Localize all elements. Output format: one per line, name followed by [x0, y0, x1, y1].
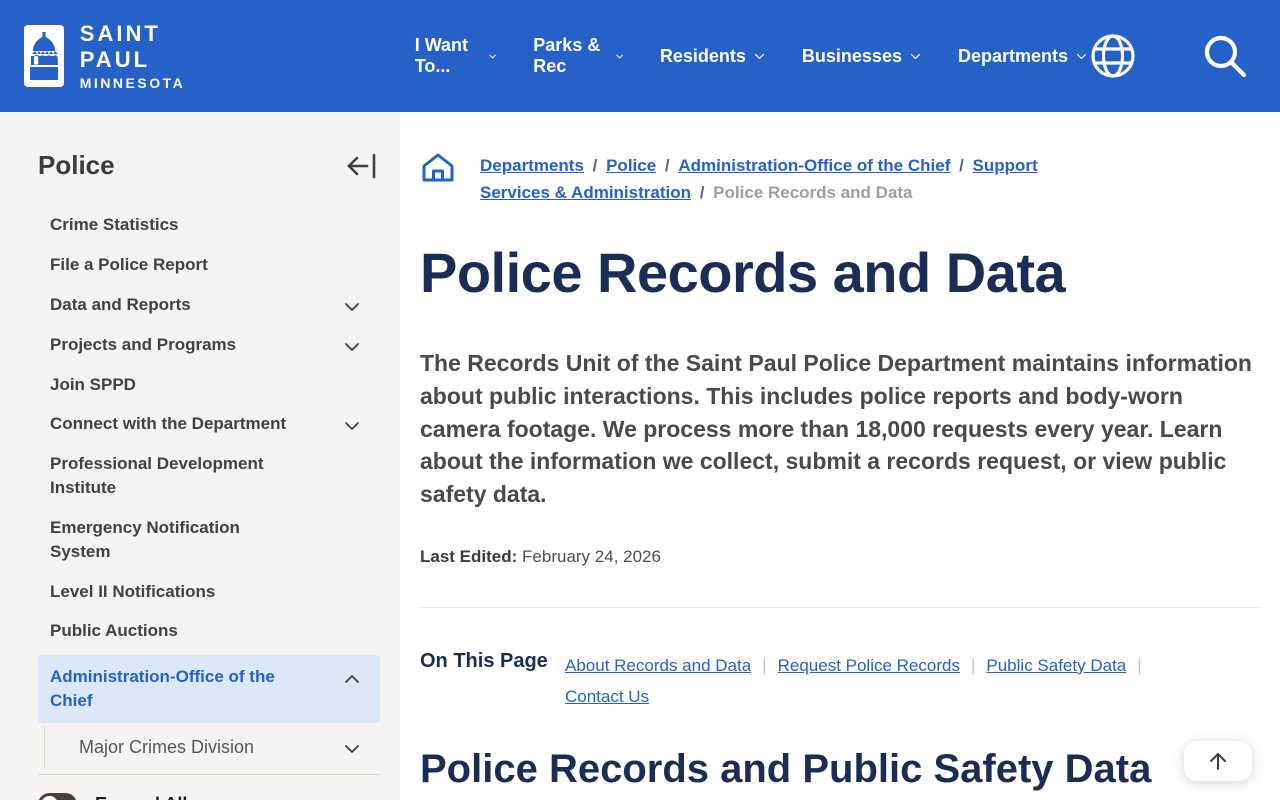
on-this-page-links: About Records and Data | Request Police Re… — [565, 650, 1185, 713]
sidebar-item-label: Public Auctions — [50, 621, 178, 641]
nav-item-label: I Want To... — [414, 35, 469, 76]
sidebar-item-administration-office-of-the-chief[interactable]: Administration-Office of the Chief — [38, 655, 380, 723]
breadcrumb-links: Departments / Police / Administration-Of… — [480, 152, 1100, 206]
link-separator: | — [970, 655, 976, 675]
header-icons — [1088, 31, 1250, 81]
on-this-page-link-about-records-and-data[interactable]: About Records and Data — [565, 650, 751, 681]
sidebar-item-label: File a Police Report — [50, 254, 208, 274]
sidebar-item-professional-development-institute[interactable]: Professional Development Institute — [38, 444, 380, 508]
sidebar-item-label: Join SPPD — [50, 374, 136, 394]
sidebar-item-connect-with-the-department[interactable]: Connect with the Department — [38, 404, 380, 444]
expand-all-toggle[interactable] — [38, 792, 77, 800]
nav-item-parks-rec[interactable]: Parks & Rec — [533, 35, 624, 77]
last-edited-label: Last Edited: — [420, 546, 518, 566]
chevron-down-icon — [345, 302, 359, 311]
breadcrumb-separator: / — [695, 183, 710, 203]
nav-item-i-want-to[interactable]: I Want To... — [415, 35, 498, 77]
main-content: Departments / Police / Administration-Of… — [400, 112, 1280, 800]
site-logo[interactable]: SAINT PAUL MINNESOTA — [24, 21, 225, 91]
sidebar-item-projects-and-programs[interactable]: Projects and Programs — [38, 325, 380, 365]
nav-item-residents[interactable]: Residents — [660, 46, 766, 67]
sidebar-menu: Crime Statistics File a Police Report Data… — [38, 205, 380, 768]
scroll-to-top-button[interactable] — [1184, 741, 1252, 781]
expand-all-label: Expand All — [95, 794, 187, 800]
sidebar-divider — [38, 773, 380, 775]
breadcrumb-link-police[interactable]: Police — [606, 156, 656, 175]
capitol-icon — [24, 25, 64, 87]
nav-item-businesses[interactable]: Businesses — [802, 46, 922, 67]
breadcrumb-link-administration-office-of-the-chief[interactable]: Administration-Office of the Chief — [678, 156, 950, 175]
sidebar-item-public-auctions[interactable]: Public Auctions — [38, 611, 380, 651]
sidebar-item-label: Administration-Office of the Chief — [50, 667, 275, 710]
arrow-up-icon — [1210, 753, 1226, 770]
sidebar-title: Police — [38, 150, 115, 180]
main-nav: I Want To... Parks & Rec Residents Busin… — [415, 35, 1088, 77]
nav-item-label: Businesses — [801, 45, 902, 66]
last-edited-value: February 24, 2026 — [522, 546, 661, 566]
chevron-down-icon — [345, 342, 359, 351]
page: SAINT PAUL MINNESOTA I Want To... Parks … — [0, 0, 1280, 800]
on-this-page: On This Page About Records and Data | Requ… — [420, 650, 1270, 713]
chevron-down-icon — [489, 54, 496, 58]
breadcrumb-separator: / — [660, 156, 675, 175]
sidebar-item-label: Connect with the Department — [50, 414, 287, 434]
sidebar: Police Crime Statistics File a Police Rep… — [0, 112, 400, 800]
on-this-page-link-contact-us[interactable]: Contact Us — [565, 681, 649, 712]
expand-all-row: Expand All — [38, 792, 380, 800]
sidebar-item-label: Level II Notifications — [50, 581, 216, 601]
link-separator: | — [762, 655, 767, 675]
logo-line-1: SAINT PAUL — [79, 21, 161, 72]
chevron-down-icon — [1076, 53, 1087, 59]
sidebar-item-level-ii-notifications[interactable]: Level II Notifications — [38, 572, 380, 612]
chevron-down-icon — [616, 54, 623, 58]
on-this-page-link-request-police-records[interactable]: Request Police Records — [778, 650, 960, 681]
chevron-down-icon — [910, 53, 921, 59]
chevron-up-icon — [345, 675, 359, 684]
breadcrumb-current: Police Records and Data — [713, 183, 913, 203]
chevron-down-icon — [345, 744, 359, 753]
sidebar-item-label: Projects and Programs — [50, 334, 237, 354]
lede-paragraph: The Records Unit of the Saint Paul Polic… — [420, 350, 1252, 507]
nav-item-label: Departments — [957, 45, 1068, 66]
nav-item-label: Residents — [659, 45, 746, 66]
content-divider — [420, 606, 1260, 608]
sidebar-item-label: Crime Statistics — [50, 215, 179, 234]
globe-icon[interactable] — [1088, 31, 1138, 81]
breadcrumb-link-departments[interactable]: Departments — [480, 156, 584, 175]
sidebar-item-label: Data and Reports — [50, 294, 191, 314]
search-icon[interactable] — [1200, 31, 1250, 81]
on-this-page-label: On This Page — [420, 649, 548, 672]
last-edited: Last Edited: February 24, 2026 — [420, 547, 1270, 567]
breadcrumb-separator: / — [587, 156, 603, 175]
nav-item-label: Parks & Rec — [533, 35, 601, 76]
page-title: Police Records and Data — [420, 241, 1066, 305]
sidebar-item-major-crimes-division[interactable]: Major Crimes Division — [44, 726, 380, 768]
sidebar-item-data-and-reports[interactable]: Data and Reports — [38, 285, 380, 325]
breadcrumb-separator: / — [954, 156, 969, 175]
toggle-knob — [41, 795, 58, 800]
home-icon[interactable] — [420, 152, 456, 184]
sidebar-item-join-sppd[interactable]: Join SPPD — [38, 365, 380, 405]
sidebar-item-emergency-notification-system[interactable]: Emergency Notification System — [38, 508, 380, 572]
logo-line-2: MINNESOTA — [79, 75, 186, 91]
site-header: SAINT PAUL MINNESOTA I Want To... Parks … — [0, 0, 1280, 112]
logo-text: SAINT PAUL MINNESOTA — [80, 21, 225, 91]
sidebar-item-label: Major Crimes Division — [79, 736, 255, 757]
sidebar-item-label: Emergency Notification System — [50, 517, 240, 561]
on-this-page-link-public-safety-data[interactable]: Public Safety Data — [986, 650, 1126, 681]
breadcrumb: Departments / Police / Administration-Of… — [420, 152, 1270, 206]
section-heading: Police Records and Public Safety Data — [420, 746, 1152, 791]
sidebar-item-label: Professional Development Institute — [50, 454, 264, 498]
sidebar-item-file-a-police-report[interactable]: File a Police Report — [38, 245, 380, 285]
nav-item-departments[interactable]: Departments — [958, 46, 1088, 67]
link-separator: | — [1137, 655, 1142, 675]
chevron-down-icon — [754, 53, 764, 59]
sidebar-item-crime-statistics[interactable]: Crime Statistics — [38, 205, 380, 245]
chevron-down-icon — [345, 422, 359, 431]
sidebar-head: Police — [38, 150, 380, 181]
collapse-sidebar-icon[interactable] — [346, 152, 378, 180]
content-row: Police Crime Statistics File a Police Rep… — [0, 112, 1280, 800]
